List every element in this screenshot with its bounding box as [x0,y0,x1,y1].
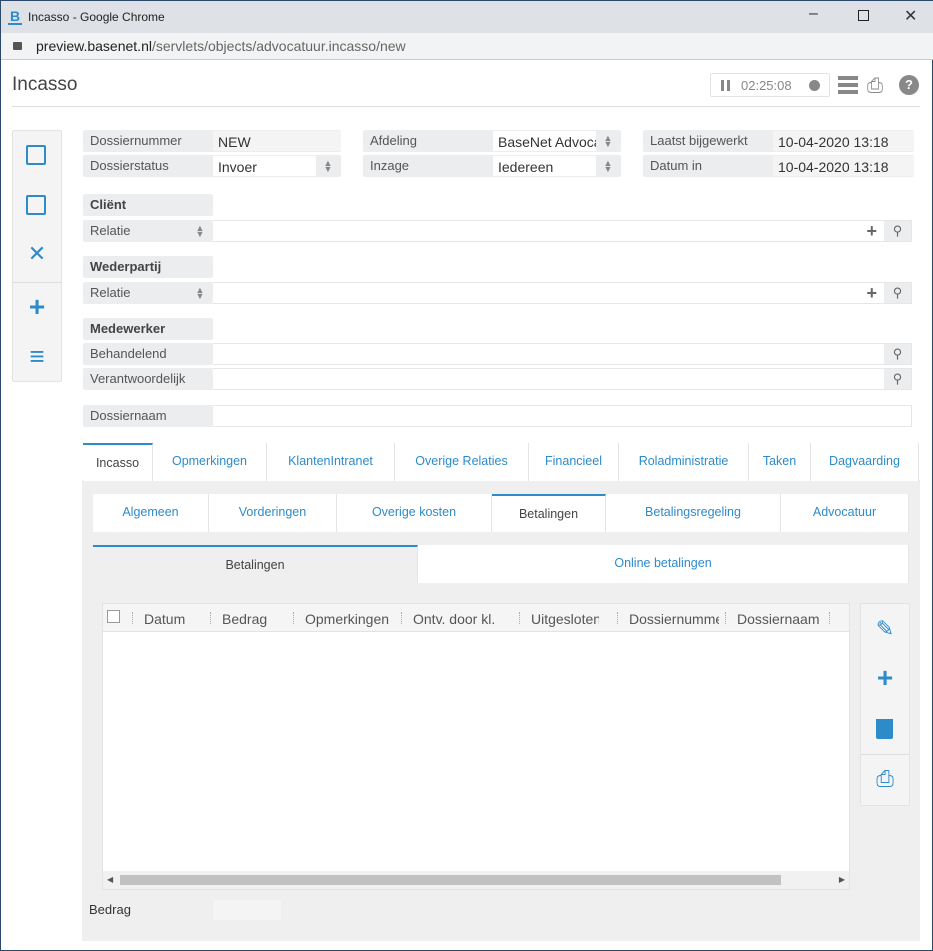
timer-widget[interactable]: 02:25:08 [710,73,830,97]
tab-online-betalingen[interactable]: Online betalingen [418,545,909,583]
delete-icon[interactable] [876,719,893,739]
dossiernummer-value: NEW [213,131,341,151]
sort-arrows-icon: ▲ ▼ [603,133,613,149]
add-icon[interactable]: + [13,291,61,323]
menu-icon[interactable]: ≡ [13,341,61,372]
close-window-button[interactable]: ✕ [904,6,917,26]
bedrag-label: Bedrag [89,902,131,917]
afdeling-select[interactable]: AfdelingBaseNet Advocatuur▲▼ [363,130,621,152]
wederpartij-relatie-select[interactable]: Relatie ▲ ▼ [83,282,213,304]
payments-grid: Datum Bedrag Opmerkingen Ontv. door kl. Uitg… [102,603,850,890]
print-icon[interactable]: ⎙ [861,766,909,792]
sort-arrows-icon: ▲ ▼ [603,158,613,174]
tab-financieel[interactable]: Financieel [529,443,619,481]
sort-arrows-icon: ▲ ▼ [323,158,333,174]
timer-value: 02:25:08 [741,78,792,93]
search-icon[interactable]: ⚲ [884,344,911,364]
column-resizer[interactable] [132,612,133,624]
wederpartij-section-title: Wederpartij [83,256,213,278]
column-resizer[interactable] [725,612,726,624]
wederpartij-relatie-input[interactable]: + ⚲ [213,282,912,304]
client-relatie-input[interactable]: + ⚲ [213,220,912,242]
tab-taken[interactable]: Taken [749,443,811,481]
column-resizer[interactable] [210,612,211,624]
page-title: Incasso [12,74,78,95]
tab-betalingen[interactable]: Betalingen [492,494,606,532]
tab-vorderingen[interactable]: Vorderingen [209,494,337,532]
save-icon[interactable] [26,145,46,165]
behandelend-label: Behandelend [83,343,213,365]
verantwoordelijk-input[interactable]: ⚲ [213,368,912,390]
list-view-icon[interactable] [838,76,858,94]
grid-toolbar: ✎ + ⎙ [860,603,910,806]
column-header[interactable]: Uitgesloten [531,611,599,627]
column-header[interactable]: Opmerkingen [305,611,390,627]
laatst-bijgewerkt-field: Laatst bijgewerkt 10-04-2020 13:18 [643,130,914,152]
column-resizer[interactable] [519,612,520,624]
client-relatie-select[interactable]: Relatie ▲ ▼ [83,220,213,242]
horizontal-scrollbar[interactable]: ◀ ▶ [103,871,849,889]
search-icon[interactable]: ⚲ [884,369,911,389]
client-section-title: Cliënt [83,194,213,216]
lock-icon [13,42,22,50]
verantwoordelijk-label: Verantwoordelijk [83,368,213,390]
save-close-icon[interactable] [26,195,46,215]
tab-algemeen[interactable]: Algemeen [93,494,209,532]
sort-arrows-icon: ▲ ▼ [195,223,205,239]
url-path: /servlets/objects/advocatuur.incasso/new [151,38,406,54]
search-icon[interactable]: ⚲ [884,221,911,241]
tab-roladministratie[interactable]: Roladministratie [619,443,749,481]
tab-incasso[interactable]: Incasso [83,443,153,481]
behandelend-input[interactable]: ⚲ [213,343,912,365]
dossierstatus-select[interactable]: Dossierstatus Invoer ▲ ▼ [83,155,341,177]
tab-betalingsregeling[interactable]: Betalingsregeling [606,494,781,532]
dossiernaam-input[interactable] [213,405,912,427]
add-icon[interactable]: + [861,662,909,694]
help-icon[interactable]: ? [899,75,919,95]
dossiernummer-field: Dossiernummer NEW [83,130,341,152]
column-resizer[interactable] [829,612,830,624]
add-icon[interactable]: + [866,283,877,304]
edit-icon[interactable]: ✎ [861,616,909,642]
cancel-icon[interactable]: ✕ [13,241,61,267]
app-logo-icon: B [8,8,22,25]
window-title: Incasso - Google Chrome [28,10,165,24]
datum-in-field: Datum in 10-04-2020 13:18 [643,155,914,177]
url-host: preview.basenet.nl [36,38,152,54]
medewerker-section-title: Medewerker [83,318,213,340]
stopwatch-icon [809,80,820,91]
column-header[interactable]: Datum [144,611,204,627]
scrollbar-thumb[interactable] [120,875,781,885]
add-icon[interactable]: + [866,221,877,242]
column-header[interactable]: Dossiernaam [737,611,823,627]
tab-overige-kosten[interactable]: Overige kosten [337,494,492,532]
column-resizer[interactable] [617,612,618,624]
pause-icon[interactable] [721,80,730,91]
tab-opmerkingen[interactable]: Opmerkingen [153,443,267,481]
tab-betalingen[interactable]: Betalingen [93,545,418,583]
browser-titlebar: B Incasso - Google Chrome – ✕ [1,1,933,33]
sort-arrows-icon: ▲ ▼ [195,285,205,301]
column-resizer[interactable] [293,612,294,624]
bedrag-value [213,900,281,920]
select-all-checkbox[interactable] [107,610,120,623]
maximize-button[interactable] [858,10,869,21]
column-header[interactable]: Bedrag [222,611,288,627]
column-resizer[interactable] [401,612,402,624]
column-header[interactable]: Ontv. door kl. [413,611,498,627]
tab-dagvaarding[interactable]: Dagvaarding [811,443,919,481]
inzage-select[interactable]: Inzage Iedereen ▲ ▼ [363,155,621,177]
tab-overige-relaties[interactable]: Overige Relaties [395,443,529,481]
minimize-button[interactable]: – [809,5,818,23]
address-bar[interactable]: preview.basenet.nl/servlets/objects/advo… [1,33,933,60]
column-header[interactable]: Dossiernummer [629,611,719,627]
grid-header: Datum Bedrag Opmerkingen Ontv. door kl. Uitg… [103,604,849,632]
dossiernaam-label: Dossiernaam [83,405,213,427]
left-toolbar: ✕ + ≡ [12,130,62,382]
search-icon[interactable]: ⚲ [884,283,911,303]
tab-klantenintranet[interactable]: KlantenIntranet [267,443,395,481]
print-icon[interactable]: ⎙ [867,75,883,98]
tab-advocatuur[interactable]: Advocatuur [781,494,909,532]
